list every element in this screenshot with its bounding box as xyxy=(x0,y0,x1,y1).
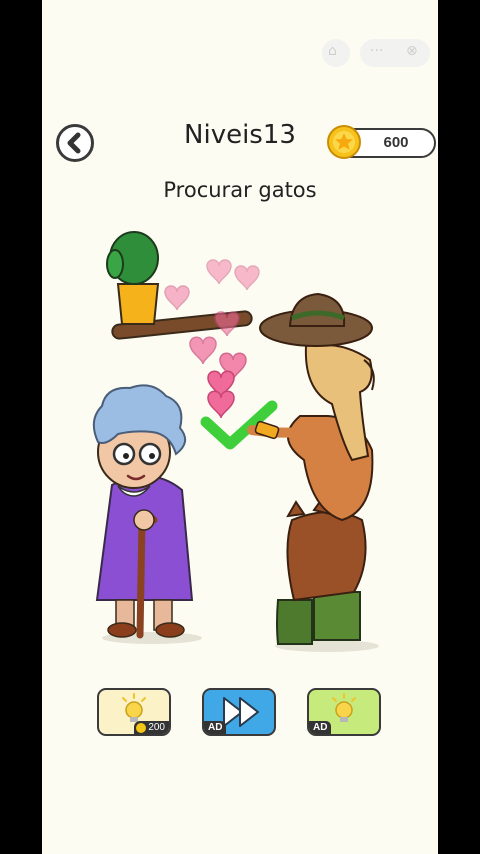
grandma[interactable] xyxy=(92,384,202,644)
close-circle-icon[interactable]: ⊗ xyxy=(406,43,418,59)
home-icon: ⌂ xyxy=(328,43,337,59)
more-dots-icon[interactable]: ··· xyxy=(370,43,383,59)
skip-level-button[interactable]: AD xyxy=(202,688,276,736)
hearts xyxy=(164,259,260,419)
task-instruction: Procurar gatos xyxy=(163,178,317,202)
ad-badge: AD xyxy=(309,721,332,734)
hint-cost: 200 xyxy=(148,722,165,733)
puzzle-scene xyxy=(92,231,379,652)
game-screen: ⌂ ··· ⊗ Niveis13 600 Procurar gatos 200 … xyxy=(42,0,438,854)
hint-button[interactable]: 200 xyxy=(97,688,171,736)
coin-count: 600 xyxy=(383,134,409,151)
hint-cost-badge: 200 xyxy=(134,721,169,734)
capsule-menu: ··· ⊗ xyxy=(360,39,430,67)
capsule-home-button[interactable]: ⌂ xyxy=(322,39,350,67)
ad-hint-button[interactable]: AD xyxy=(307,688,381,736)
star-coin-icon xyxy=(327,125,361,159)
cat-stack[interactable] xyxy=(247,292,379,652)
ad-badge: AD xyxy=(204,721,227,734)
coin-icon xyxy=(136,723,147,733)
